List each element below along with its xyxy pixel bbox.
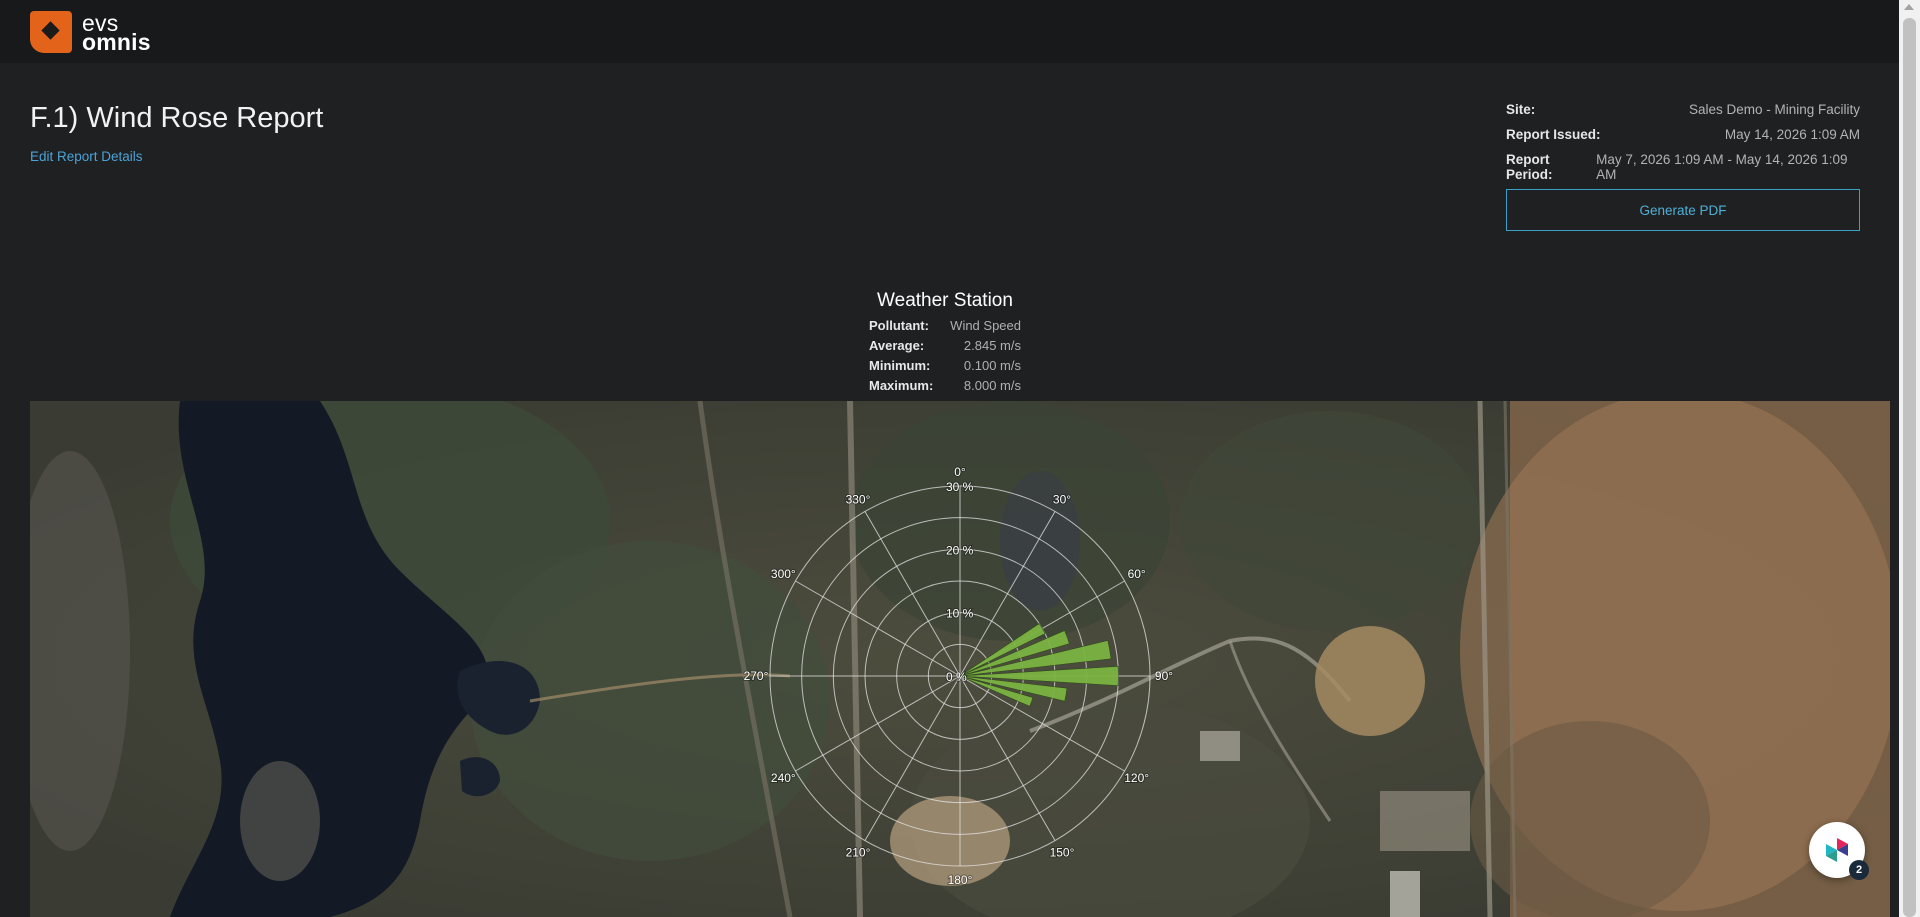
radial-tick-label: 0 % [946,670,967,684]
angle-tick-label: 330° [846,492,871,506]
angle-tick-label: 240° [771,771,796,785]
grid-spoke [864,511,961,677]
angle-tick-label: 120° [1124,771,1149,785]
stat-label: Pollutant: [869,318,929,333]
meta-row-issued: Report Issued: May 14, 2026 1:09 AM [1506,127,1860,152]
angle-tick-label: 180° [948,873,973,887]
angle-tick-label: 90° [1155,669,1173,683]
page-title: F.1) Wind Rose Report [30,102,324,134]
edit-report-details-link[interactable]: Edit Report Details [30,149,143,164]
station-stats: Pollutant: Wind Speed Average: 2.845 m/s… [869,318,1021,398]
grid-spoke [864,675,961,841]
grid-spoke [959,675,1056,841]
angle-tick-label: 270° [744,669,769,683]
grid-spoke [795,675,961,772]
logo-line-omnis: omnis [82,28,151,55]
station-summary: Weather Station Pollutant: Wind Speed Av… [0,290,1890,393]
stat-row-pollutant: Pollutant: Wind Speed [869,318,1021,338]
meta-label: Report Period: [1506,152,1553,182]
stat-value: Wind Speed [950,318,1021,333]
stat-value: 8.000 m/s [963,378,1021,393]
logo-mark-icon [30,11,72,53]
angle-tick-label: 210° [846,846,871,860]
meta-value: May 7, 2026 1:09 AM - May 14, 2026 1:09 … [1596,152,1848,182]
stat-row-minimum: Minimum: 0.100 m/s [869,358,1021,378]
stat-row-maximum: Maximum: 8.000 m/s [869,378,1021,398]
chat-logo-icon [1826,838,1848,862]
radial-tick-label: 10 % [946,607,974,621]
vertical-scrollbar[interactable] [1899,0,1920,917]
angle-tick-label: 150° [1050,846,1075,860]
stat-label: Average: [869,338,925,353]
meta-label: Report Issued: [1506,127,1601,142]
stat-value: 0.100 m/s [963,358,1021,373]
satellite-map[interactable]: 0 % 10 % 20 % 30 % 0° 30° 60° 90° 120° 150° 180° 21… [30,401,1890,917]
grid-spoke [795,580,961,677]
top-bar: evs omnis [0,0,1899,63]
meta-value: Sales Demo - Mining Facility [1688,102,1860,117]
angle-tick-label: 0° [954,465,966,479]
angle-tick-label: 60° [1128,567,1146,581]
wind-rose-chart: 0 % 10 % 20 % 30 %0° 30° 60° 90° 120° 150° 180° 21… [743,464,1175,888]
stat-label: Maximum: [869,378,934,393]
meta-value: May 14, 2026 1:09 AM [1724,127,1860,142]
stat-value: 2.845 m/s [963,338,1021,353]
report-meta: Site: Sales Demo - Mining Facility Repor… [1506,102,1860,182]
angle-tick-label: 30° [1053,492,1071,506]
angle-tick-label: 300° [771,567,796,581]
meta-row-period: Report Period: May 7, 2026 1:09 AM - May… [1506,152,1860,182]
evs-omnis-logo[interactable]: evs omnis [30,11,151,53]
meta-label: Site: [1506,102,1536,117]
chat-widget-button[interactable]: 2 [1809,822,1869,880]
scroll-up-arrow-icon[interactable] [1904,4,1914,10]
radial-tick-label: 20 % [946,543,974,557]
meta-row-site: Site: Sales Demo - Mining Facility [1506,102,1860,127]
scroll-thumb[interactable] [1903,18,1916,917]
generate-pdf-button[interactable]: Generate PDF [1506,189,1860,231]
stat-row-average: Average: 2.845 m/s [869,338,1021,358]
chat-notification-badge: 2 [1849,860,1869,880]
logo-text: evs omnis [82,11,151,55]
radial-tick-label: 30 % [946,480,974,494]
station-title: Weather Station [877,290,1013,311]
stat-label: Minimum: [869,358,931,373]
